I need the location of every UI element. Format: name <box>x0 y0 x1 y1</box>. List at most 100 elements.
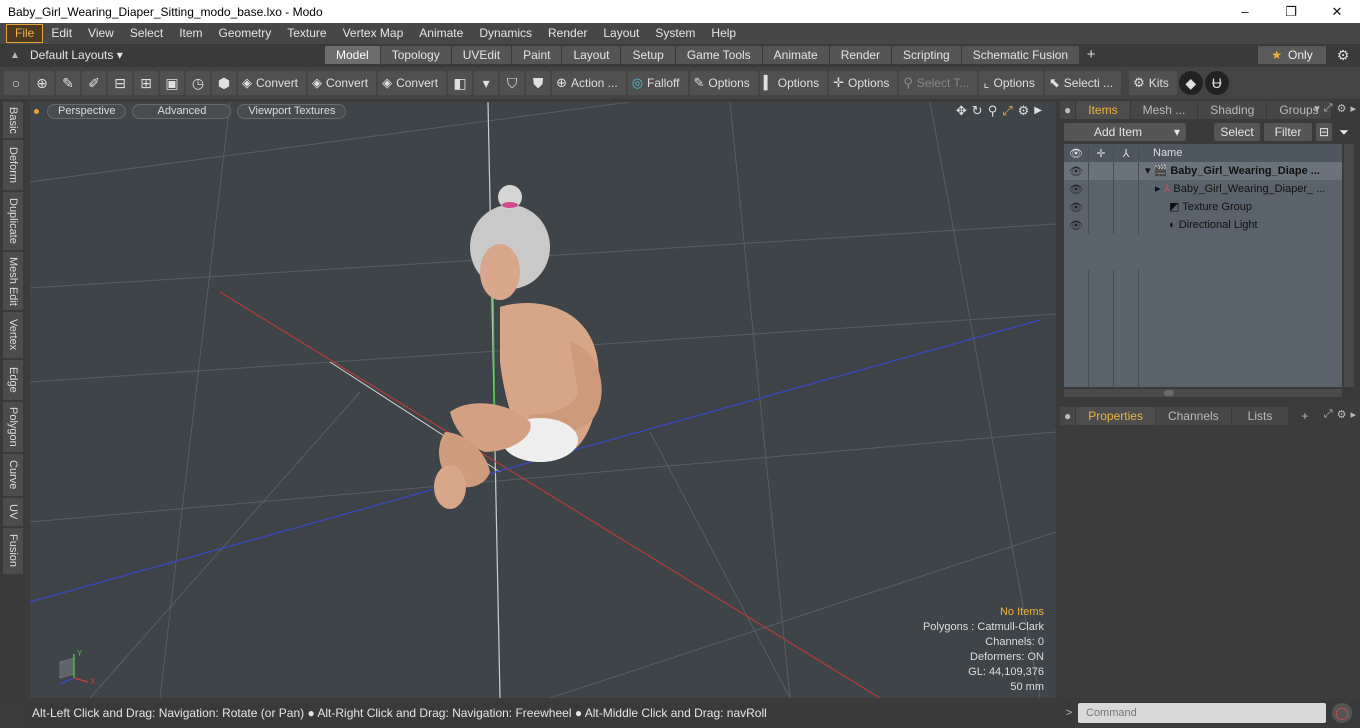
menu-texture[interactable]: Texture <box>279 24 334 43</box>
convert-button-2[interactable]: ◈ Convert <box>308 71 377 95</box>
tab-render[interactable]: Render <box>829 46 892 64</box>
tab-scripting[interactable]: Scripting <box>892 46 961 64</box>
layout-selector[interactable]: Default Layouts ▾ <box>30 48 130 62</box>
menu-file[interactable]: File <box>6 24 44 43</box>
menu-geometry[interactable]: Geometry <box>211 24 280 43</box>
falloff-button[interactable]: ◎ Falloff <box>627 71 688 95</box>
panel-settings-icon[interactable]: ⚙ <box>1337 102 1347 115</box>
menu-animate[interactable]: Animate <box>411 24 471 43</box>
add-tab-button[interactable]: + <box>1080 46 1102 64</box>
tab-schematic-fusion[interactable]: Schematic Fusion <box>961 46 1080 64</box>
gear-icon[interactable]: ⚙ <box>1334 46 1352 64</box>
edge-icon[interactable]: ⊟ <box>108 71 132 95</box>
tab-paint[interactable]: Paint <box>512 46 562 64</box>
close-button[interactable]: ✕ <box>1314 0 1360 23</box>
selection-button[interactable]: ⬉ Selecti ... <box>1044 71 1122 95</box>
add-panel-tab-button[interactable]: + <box>1289 407 1320 425</box>
menu-system[interactable]: System <box>647 24 703 43</box>
options-button-1[interactable]: ✎ Options <box>689 71 758 95</box>
tab-shading[interactable]: Shading <box>1198 101 1267 119</box>
record-macro-icon[interactable]: ◯ <box>1332 703 1352 723</box>
viewport-settings-icon[interactable]: ⚙ <box>1018 103 1030 119</box>
globe-icon[interactable]: ⊕ <box>30 71 54 95</box>
tab-edge[interactable]: Edge <box>3 360 23 400</box>
panel-more-icon[interactable]: ▸ <box>1350 102 1356 115</box>
menu-view[interactable]: View <box>80 24 122 43</box>
kits-button[interactable]: ⚙ Kits <box>1129 71 1177 95</box>
options-button-3[interactable]: ✛ Options <box>829 71 898 95</box>
eye-icon[interactable]: 👁 <box>1064 165 1088 178</box>
tab-mesh-edit[interactable]: Mesh Edit <box>3 252 23 310</box>
eye-icon[interactable]: 👁 <box>1064 183 1088 196</box>
expand-arrow-icon[interactable]: ▾ <box>1145 165 1151 177</box>
menu-render[interactable]: Render <box>540 24 595 43</box>
perspective-button[interactable]: Perspective <box>47 103 127 119</box>
expand-arrow-icon[interactable]: ▸ <box>1155 183 1161 195</box>
pan-icon[interactable]: ✥ <box>956 103 967 119</box>
3d-viewport[interactable]: Perspective Advanced Viewport Textures ✥… <box>30 102 1056 698</box>
brush-icon[interactable]: ✐ <box>82 71 106 95</box>
tree-row-texture-group[interactable]: 👁 ◩ Texture Group <box>1064 198 1342 216</box>
only-button[interactable]: ★ Only <box>1258 46 1326 64</box>
panel-dot-icon[interactable]: ● <box>1060 101 1076 119</box>
menu-item[interactable]: Item <box>171 24 210 43</box>
convert-button-1[interactable]: ◈ Convert <box>238 71 307 95</box>
tab-curve[interactable]: Curve <box>3 454 23 496</box>
panel-settings-icon[interactable]: ⚙ <box>1337 408 1347 421</box>
select-tool-button[interactable]: ⚲ Select T... <box>899 71 978 95</box>
menu-help[interactable]: Help <box>703 24 744 43</box>
minimize-button[interactable]: – <box>1222 0 1268 23</box>
funnel-icon[interactable]: ⏷ <box>1336 123 1352 141</box>
symmetry-icon[interactable]: ⛉ <box>500 71 525 95</box>
tab-setup[interactable]: Setup <box>621 46 675 64</box>
tab-deform[interactable]: Deform <box>3 140 23 190</box>
panel-more-icon[interactable]: ▸ <box>1350 408 1356 421</box>
filter-button[interactable]: Filter <box>1264 123 1312 141</box>
menu-vertex-map[interactable]: Vertex Map <box>335 24 412 43</box>
collapse-icon[interactable]: ⊟ <box>1316 123 1332 141</box>
dropdown-icon[interactable]: ▾ <box>474 71 499 95</box>
viewport-textures-button[interactable]: Viewport Textures <box>237 103 347 119</box>
tab-vertex[interactable]: Vertex <box>3 312 23 358</box>
unity-icon[interactable]: ◆ <box>1178 71 1203 95</box>
tab-fusion[interactable]: Fusion <box>3 528 23 574</box>
tab-items[interactable]: Items <box>1076 101 1130 119</box>
options-button-2[interactable]: ▍ Options <box>759 71 828 95</box>
tab-polygon[interactable]: Polygon <box>3 402 23 452</box>
tab-uv[interactable]: UV <box>3 498 23 526</box>
command-input[interactable] <box>1078 703 1326 723</box>
advanced-button[interactable]: Advanced <box>132 103 232 119</box>
tab-topology[interactable]: Topology <box>380 46 451 64</box>
tab-mesh[interactable]: Mesh ... <box>1130 101 1198 119</box>
tab-properties[interactable]: Properties <box>1076 407 1155 425</box>
pivot-icon[interactable]: ◷ <box>186 71 210 95</box>
menu-edit[interactable]: Edit <box>43 24 80 43</box>
options-button-4[interactable]: ⌞ Options <box>979 71 1043 95</box>
convert-button-3[interactable]: ◈ Convert <box>378 71 447 95</box>
scroll-thumb[interactable] <box>1164 390 1174 396</box>
unreal-icon[interactable]: Ʉ <box>1204 71 1229 95</box>
menu-dynamics[interactable]: Dynamics <box>471 24 540 43</box>
maximize-button[interactable]: ❐ <box>1268 0 1314 23</box>
snap-icon[interactable]: ⛊ <box>526 71 551 95</box>
tab-channels[interactable]: Channels <box>1155 407 1231 425</box>
tab-uvedit[interactable]: UVEdit <box>451 46 512 64</box>
viewport-more-icon[interactable]: ▶ <box>1034 103 1042 119</box>
action-center-button[interactable]: ⊕ Action ... <box>552 71 626 95</box>
panel-dropdown-icon[interactable]: ▾ <box>1314 102 1320 115</box>
eye-icon[interactable]: 👁 <box>1064 201 1088 214</box>
select-button[interactable]: Select <box>1214 123 1260 141</box>
circle-select-icon[interactable]: ○ <box>4 71 28 95</box>
tab-model[interactable]: Model <box>325 46 380 64</box>
add-item-button[interactable]: Add Item ▾ <box>1064 123 1186 141</box>
tree-horizontal-scrollbar[interactable] <box>1064 389 1342 397</box>
tab-game-tools[interactable]: Game Tools <box>675 46 762 64</box>
menu-select[interactable]: Select <box>122 24 171 43</box>
tab-layout[interactable]: Layout <box>562 46 621 64</box>
panel-expand-icon[interactable]: ⤢ <box>1324 408 1333 421</box>
tree-vertical-scrollbar[interactable] <box>1344 144 1354 387</box>
zoom-icon[interactable]: ⚲ <box>988 103 998 119</box>
rotate-icon[interactable]: ↻ <box>972 103 983 119</box>
viewport-menu-dot[interactable] <box>34 108 39 114</box>
tree-row-scene[interactable]: 👁 ▾ 🎬 Baby_Girl_Wearing_Diape ... <box>1064 162 1342 180</box>
